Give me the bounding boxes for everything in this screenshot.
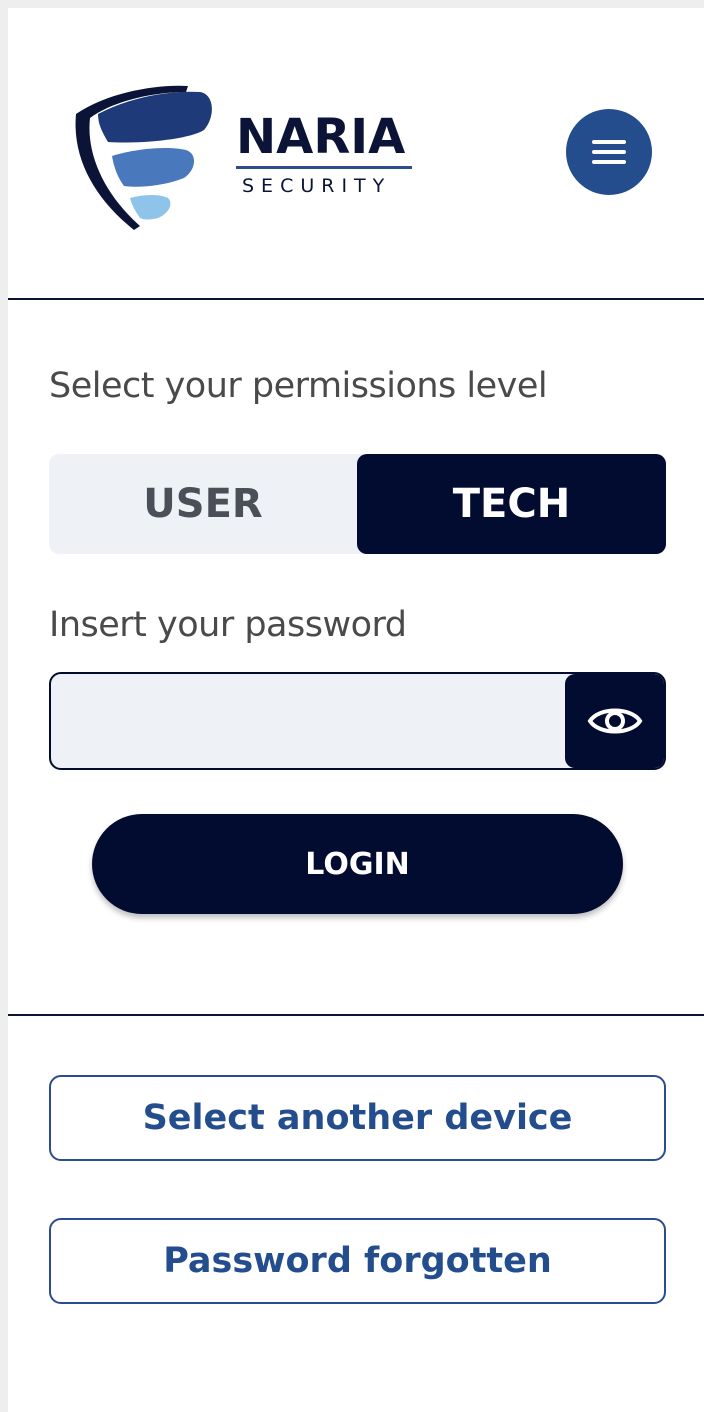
header: NARIA SECURITY [8, 8, 704, 298]
menu-button[interactable] [566, 109, 652, 195]
permission-option-tech[interactable]: TECH [357, 454, 666, 554]
logo-underline [236, 166, 412, 169]
header-divider [8, 298, 704, 300]
naria-security-logo: NARIA SECURITY [68, 74, 413, 244]
select-another-device-button[interactable]: Select another device [49, 1075, 666, 1161]
login-screen: NARIA SECURITY Select your permissions l… [8, 8, 704, 1412]
password-input[interactable] [51, 674, 567, 768]
permissions-label: Select your permissions level [49, 366, 548, 406]
permission-option-user[interactable]: USER [49, 454, 357, 554]
naria-logo-icon [75, 85, 212, 230]
hamburger-menu-icon [592, 140, 626, 144]
eye-icon [587, 708, 643, 734]
actions-divider [8, 1014, 704, 1016]
hamburger-bar [592, 160, 626, 164]
password-label: Insert your password [49, 605, 407, 645]
show-password-button[interactable] [565, 674, 664, 768]
brand-tagline: SECURITY [242, 175, 392, 197]
brand-name: NARIA [236, 109, 406, 165]
password-forgotten-button[interactable]: Password forgotten [49, 1218, 666, 1304]
password-field-wrapper [49, 672, 666, 770]
login-button[interactable]: LOGIN [92, 814, 623, 914]
logo-wordmark: NARIA SECURITY [236, 110, 414, 197]
hamburger-bar [592, 150, 626, 154]
permissions-toggle: USER TECH [49, 454, 666, 554]
